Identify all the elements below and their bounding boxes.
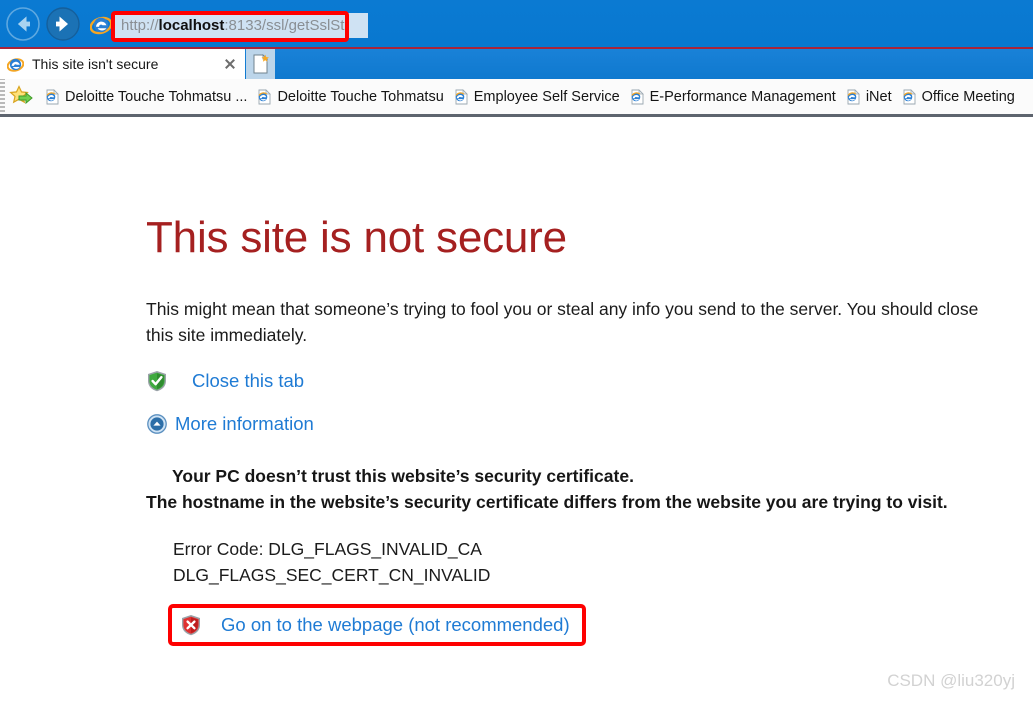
url-prefix: http:// xyxy=(121,17,159,34)
bookmarks-bar: Deloitte Touche Tohmatsu ... Deloitte To… xyxy=(0,79,1033,117)
back-button[interactable] xyxy=(6,7,40,41)
favorites-star-icon[interactable] xyxy=(9,84,35,109)
bookmark-label: Office Meeting xyxy=(921,88,1015,105)
bookmarks-bar-drag-handle[interactable] xyxy=(0,79,5,114)
tab-favicon-ie-icon xyxy=(6,56,25,73)
new-tab-page-icon xyxy=(253,54,269,74)
chevron-up-circle-icon xyxy=(146,413,168,435)
go-on-to-webpage-link[interactable]: Go on to the webpage (not recommended) xyxy=(221,614,570,636)
cert-warning-trust: Your PC doesn’t trust this website’s sec… xyxy=(172,465,634,486)
bookmark-favicon-ie-icon xyxy=(257,88,272,105)
error-description: This might mean that someone’s trying to… xyxy=(146,299,979,345)
address-bar[interactable]: http://localhost:8133/ssl/getSslStr xyxy=(114,13,346,38)
bookmark-favicon-ie-icon xyxy=(630,88,645,105)
bookmark-label: E-Performance Management xyxy=(649,88,836,105)
security-error-container: This site is not secure This might mean … xyxy=(146,213,1016,647)
new-tab-button[interactable] xyxy=(246,49,275,79)
url-suffix: :8133/ssl/getSslStr xyxy=(224,17,346,34)
tab-title: This site isn't secure xyxy=(32,56,159,72)
back-arrow-icon xyxy=(6,7,40,41)
bookmark-item[interactable]: Deloitte Touche Tohmatsu ... xyxy=(40,82,252,112)
error-code-block: Error Code: DLG_FLAGS_INVALID_CA DLG_FLA… xyxy=(173,537,1016,588)
more-information-panel: Your PC doesn’t trust this website’s sec… xyxy=(146,463,1016,647)
bookmark-favicon-ie-icon xyxy=(902,88,917,105)
bookmark-item[interactable]: E-Performance Management xyxy=(625,82,841,112)
close-tab-row[interactable]: Close this tab xyxy=(146,370,1016,392)
error-code-line-2: DLG_FLAGS_SEC_CERT_CN_INVALID xyxy=(173,564,491,585)
bookmark-item[interactable]: Office Meeting xyxy=(897,82,1020,112)
csdn-watermark: CSDN @liu320yj xyxy=(887,671,1015,690)
page-title: This site is not secure xyxy=(146,213,567,262)
bookmark-label: Employee Self Service xyxy=(473,88,620,105)
bookmark-favicon-ie-icon xyxy=(846,88,861,105)
go-on-to-webpage-row[interactable]: Go on to the webpage (not recommended) xyxy=(168,604,586,647)
tab-strip: This site isn't secure xyxy=(0,47,1033,79)
bookmark-label: Deloitte Touche Tohmatsu ... xyxy=(65,88,248,105)
bookmark-item[interactable]: iNet xyxy=(841,82,897,112)
bookmark-favicon-ie-icon xyxy=(454,88,469,105)
bookmark-item[interactable]: Deloitte Touche Tohmatsu xyxy=(252,82,448,112)
more-information-row[interactable]: More information xyxy=(146,413,1016,435)
forward-arrow-icon xyxy=(46,7,80,41)
bookmark-label: iNet xyxy=(865,88,892,105)
tab-close-icon[interactable] xyxy=(217,51,243,77)
error-code-line-1: Error Code: DLG_FLAGS_INVALID_CA xyxy=(173,539,482,560)
internet-explorer-logo-icon xyxy=(89,14,113,36)
page-content: This site is not secure This might mean … xyxy=(0,120,1033,701)
cert-warning-hostname: The hostname in the website’s security c… xyxy=(146,492,948,513)
more-information-link[interactable]: More information xyxy=(175,413,314,435)
forward-button[interactable] xyxy=(46,7,80,41)
green-shield-check-icon xyxy=(146,370,168,392)
bookmark-item[interactable]: Employee Self Service xyxy=(449,82,625,112)
close-this-tab-link[interactable]: Close this tab xyxy=(192,370,304,392)
browser-chrome: http://localhost:8133/ssl/getSslStr xyxy=(0,0,1033,47)
bookmark-label: Deloitte Touche Tohmatsu xyxy=(277,88,444,105)
tab-this-site-isnt-secure[interactable]: This site isn't secure xyxy=(0,49,245,79)
red-shield-x-icon xyxy=(180,614,202,636)
address-bar-tail xyxy=(346,13,368,38)
bookmark-favicon-ie-icon xyxy=(45,88,60,105)
url-host: localhost xyxy=(158,17,225,34)
